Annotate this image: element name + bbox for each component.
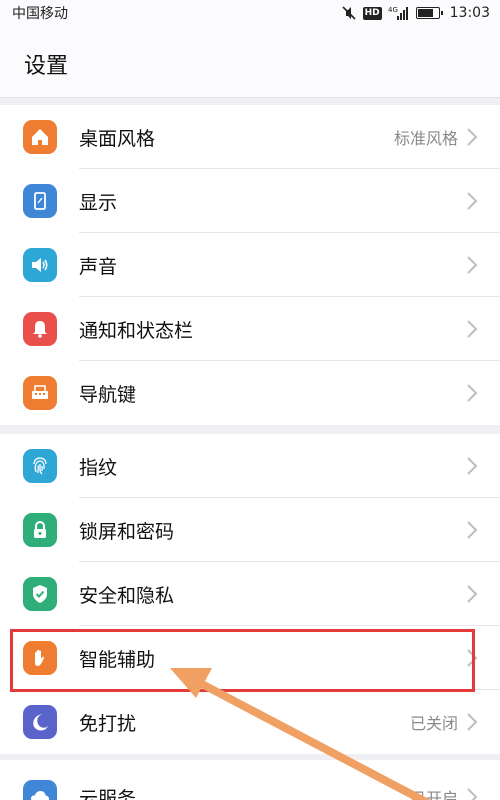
settings-item-label: 桌面风格 [79,127,156,150]
bell-icon [23,312,57,346]
fingerprint-icon [23,449,57,483]
settings-group-display: 桌面风格 标准风格 显示 声音 通知和状态栏 导航键 [0,105,500,425]
moon-icon [23,705,57,739]
settings-item-value: 已开启 [409,789,458,800]
shield-check-icon [23,577,57,611]
settings-item-do-not-disturb[interactable]: 免打扰 已关闭 [0,690,500,754]
settings-item-label: 导航键 [79,383,137,406]
settings-item-label: 智能辅助 [79,648,156,671]
chevron-right-icon [467,585,478,603]
cloud-icon [23,780,57,800]
home-icon [23,120,57,154]
settings-group-security: 指纹 锁屏和密码 安全和隐私 智能辅助 免打扰 已关闭 [0,434,500,754]
settings-item-notifications[interactable]: 通知和状态栏 [0,297,500,361]
title-bar: 设置 [0,26,500,98]
settings-item-label: 指纹 [79,456,118,479]
settings-group-cloud: 云服务 已开启 [0,760,500,800]
network-type: 4G [388,6,398,14]
mute-icon [341,5,357,21]
settings-item-label: 通知和状态栏 [79,319,194,342]
battery-icon [415,7,443,19]
settings-item-label: 云服务 [79,787,137,800]
page-title: 设置 [24,54,69,79]
chevron-right-icon [467,128,478,146]
lock-icon [23,513,57,547]
settings-item-cloud[interactable]: 云服务 已开启 [0,765,500,800]
settings-item-display[interactable]: 显示 [0,169,500,233]
settings-item-label: 免打扰 [79,712,137,735]
navigation-key-icon [23,376,57,410]
settings-item-value: 标准风格 [393,129,458,148]
signal-icon: 4G [388,5,410,21]
chevron-right-icon [467,256,478,274]
settings-item-value: 已关闭 [409,714,458,733]
settings-item-label: 显示 [79,191,118,214]
settings-item-label: 安全和隐私 [79,584,175,607]
chevron-right-icon [467,788,478,800]
hand-icon [23,641,57,675]
hd-badge: HD [362,6,382,20]
settings-item-home-style[interactable]: 桌面风格 标准风格 [0,105,500,169]
settings-item-fingerprint[interactable]: 指纹 [0,434,500,498]
speaker-icon [23,248,57,282]
settings-item-sound[interactable]: 声音 [0,233,500,297]
chevron-right-icon [467,192,478,210]
settings-item-smart-assistance[interactable]: 智能辅助 [0,626,500,690]
settings-item-label: 声音 [79,255,118,278]
settings-item-lock-screen[interactable]: 锁屏和密码 [0,498,500,562]
chevron-right-icon [467,384,478,402]
settings-item-label: 锁屏和密码 [79,520,175,543]
status-bar: 中国移动 HD 4G 13:03 [0,0,500,26]
settings-item-security-privacy[interactable]: 安全和隐私 [0,562,500,626]
chevron-right-icon [467,457,478,475]
chevron-right-icon [467,320,478,338]
chevron-right-icon [467,649,478,667]
settings-item-navigation-keys[interactable]: 导航键 [0,361,500,425]
carrier-name: 中国移动 [12,6,68,22]
status-icons: HD 4G 13:03 [341,5,490,21]
display-icon [23,184,57,218]
chevron-right-icon [467,521,478,539]
clock: 13:03 [449,5,490,21]
chevron-right-icon [467,713,478,731]
